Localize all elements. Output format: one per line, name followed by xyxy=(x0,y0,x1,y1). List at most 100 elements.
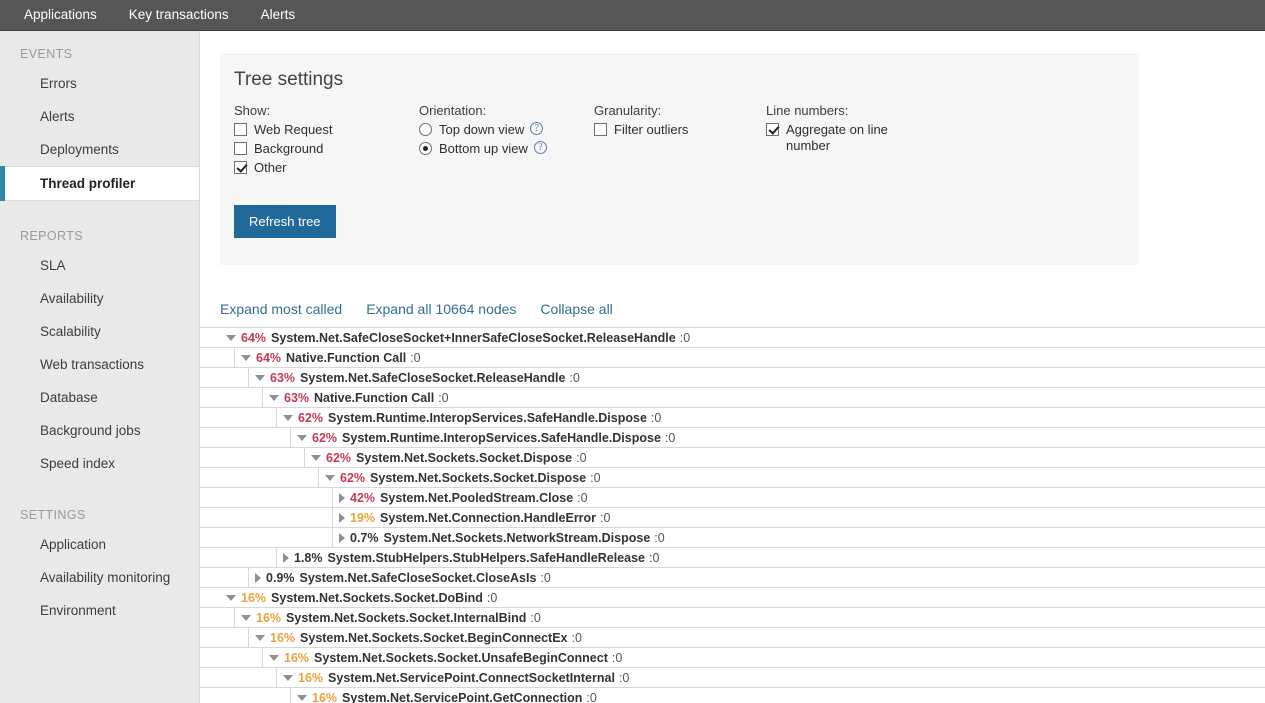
chevron-down-icon[interactable] xyxy=(325,474,335,481)
chevron-down-icon[interactable] xyxy=(297,694,307,701)
refresh-tree-button[interactable]: Refresh tree xyxy=(234,205,336,238)
radio-bottom-up-view[interactable]: Bottom up view? xyxy=(419,141,584,157)
sidebar-item-background-jobs[interactable]: Background jobs xyxy=(0,414,199,447)
tree-row-method-name: System.Net.Sockets.Socket.Dispose xyxy=(370,470,587,485)
nav-item-alerts[interactable]: Alerts xyxy=(245,0,312,30)
top-navigation-bar: Applications Key transactions Alerts xyxy=(0,0,1265,31)
sidebar-item-web-transactions[interactable]: Web transactions xyxy=(0,348,199,381)
tree-row-content: 16% System.Net.ServicePoint.ConnectSocket… xyxy=(276,667,1265,688)
chevron-down-icon[interactable] xyxy=(269,394,279,401)
option-label-filter-outliers: Filter outliers xyxy=(614,122,689,137)
tree-row[interactable]: 0.9% System.Net.SafeCloseSocket.CloseAsIs… xyxy=(200,567,1265,588)
chevron-right-icon[interactable] xyxy=(339,512,345,523)
tree-row[interactable]: 16% System.Net.ServicePoint.GetConnection… xyxy=(200,687,1265,703)
tree-row-method-name: System.Net.Sockets.Socket.BeginConnectEx xyxy=(300,630,568,645)
help-icon[interactable]: ? xyxy=(533,141,547,154)
sidebar-item-thread-profiler[interactable]: Thread profiler xyxy=(0,166,199,201)
checkbox-filter-outliers[interactable]: Filter outliers xyxy=(594,122,756,138)
checkbox-input-filter-outliers[interactable] xyxy=(594,123,607,136)
chevron-down-icon[interactable] xyxy=(269,654,279,661)
sidebar-item-environment[interactable]: Environment xyxy=(0,594,199,627)
tree-row[interactable]: 62% System.Runtime.InteropServices.SafeHa… xyxy=(200,427,1265,448)
chevron-down-icon[interactable] xyxy=(241,614,251,621)
chevron-right-icon[interactable] xyxy=(255,572,261,583)
checkbox-other[interactable]: Other xyxy=(234,160,409,176)
tree-row-content: 16% System.Net.Sockets.Socket.UnsafeBegin… xyxy=(262,647,1265,668)
tree-row[interactable]: 16% System.Net.Sockets.Socket.UnsafeBegin… xyxy=(200,647,1265,668)
help-icon[interactable]: ? xyxy=(530,122,544,135)
sidebar-item-speed-index[interactable]: Speed index xyxy=(0,447,199,480)
tree-row-content: 16% System.Net.Sockets.Socket.BeginConnec… xyxy=(248,627,1265,648)
sidebar-item-alerts[interactable]: Alerts xyxy=(0,100,199,133)
tree-row[interactable]: 64% System.Net.SafeCloseSocket+InnerSafeC… xyxy=(200,327,1265,347)
tree-row[interactable]: 0.7% System.Net.Sockets.NetworkStream.Dis… xyxy=(200,527,1265,548)
tree-row-percent: 42% xyxy=(350,490,376,505)
radio-top-down-view[interactable]: Top down view? xyxy=(419,122,584,138)
chevron-down-icon[interactable] xyxy=(297,434,307,441)
chevron-down-icon[interactable] xyxy=(311,454,321,461)
checkbox-input-aggregate-on-line-number[interactable] xyxy=(766,123,779,136)
sidebar-section-gap xyxy=(0,201,199,223)
settings-group-show: Show: Web Request Background Other xyxy=(234,103,419,179)
tree-row[interactable]: 16% System.Net.ServicePoint.ConnectSocket… xyxy=(200,667,1265,688)
checkbox-input-other[interactable] xyxy=(234,161,247,174)
tree-row-percent: 64% xyxy=(241,330,267,345)
link-collapse-all[interactable]: Collapse all xyxy=(540,301,612,317)
chevron-right-icon[interactable] xyxy=(283,552,289,563)
sidebar: EVENTS Errors Alerts Deployments Thread prof… xyxy=(0,31,200,703)
sidebar-item-database[interactable]: Database xyxy=(0,381,199,414)
tree-row[interactable]: 62% System.Runtime.InteropServices.SafeHa… xyxy=(200,407,1265,428)
chevron-down-icon[interactable] xyxy=(255,634,265,641)
checkbox-aggregate-on-line-number[interactable]: Aggregate on line number xyxy=(766,122,936,154)
sidebar-item-application[interactable]: Application xyxy=(0,528,199,561)
tree-row[interactable]: 63% System.Net.SafeCloseSocket.ReleaseHan… xyxy=(200,367,1265,388)
tree-row[interactable]: 62% System.Net.Sockets.Socket.Dispose:0 xyxy=(200,447,1265,468)
tree-row[interactable]: 16% System.Net.Sockets.Socket.DoBind:0 xyxy=(200,587,1265,607)
link-expand-all-10664-nodes[interactable]: Expand all 10664 nodes xyxy=(366,301,516,317)
radio-input-top-down-view[interactable] xyxy=(419,123,432,136)
link-expand-most-called[interactable]: Expand most called xyxy=(220,301,342,317)
tree-row[interactable]: 16% System.Net.Sockets.Socket.BeginConnec… xyxy=(200,627,1265,648)
option-label-bottom-up-view: Bottom up view xyxy=(439,141,528,156)
tree-indent-spacer xyxy=(200,368,248,388)
tree-indent-spacer xyxy=(200,548,276,568)
tree-row[interactable]: 63% Native.Function Call:0 xyxy=(200,387,1265,408)
tree-row[interactable]: 64% Native.Function Call:0 xyxy=(200,347,1265,368)
tree-row[interactable]: 42% System.Net.PooledStream.Close:0 xyxy=(200,487,1265,508)
nav-item-applications[interactable]: Applications xyxy=(8,0,113,30)
chevron-down-icon[interactable] xyxy=(283,414,293,421)
chevron-right-icon[interactable] xyxy=(339,532,345,543)
chevron-down-icon[interactable] xyxy=(226,594,236,601)
line-numbers-options-list: Aggregate on line number xyxy=(766,122,936,154)
orientation-options-list: Top down view? Bottom up view? xyxy=(419,122,584,157)
sidebar-item-scalability[interactable]: Scalability xyxy=(0,315,199,348)
sidebar-item-availability[interactable]: Availability xyxy=(0,282,199,315)
nav-item-key-transactions[interactable]: Key transactions xyxy=(113,0,245,30)
chevron-down-icon[interactable] xyxy=(255,374,265,381)
show-group-label: Show: xyxy=(234,103,271,118)
checkbox-input-web-request[interactable] xyxy=(234,123,247,136)
tree-row-percent: 63% xyxy=(284,390,310,405)
sidebar-item-availability-monitoring[interactable]: Availability monitoring xyxy=(0,561,199,594)
chevron-down-icon[interactable] xyxy=(283,674,293,681)
tree-row-method-name: System.Runtime.InteropServices.SafeHandl… xyxy=(342,430,661,445)
chevron-down-icon[interactable] xyxy=(241,354,251,361)
tree-row[interactable]: 19% System.Net.Connection.HandleError:0 xyxy=(200,507,1265,528)
option-label-web-request: Web Request xyxy=(254,122,333,137)
checkbox-background[interactable]: Background xyxy=(234,141,409,157)
tree-row-percent: 16% xyxy=(284,650,310,665)
sidebar-item-errors[interactable]: Errors xyxy=(0,67,199,100)
sidebar-item-sla[interactable]: SLA xyxy=(0,249,199,282)
tree-row-content: 0.7% System.Net.Sockets.NetworkStream.Dis… xyxy=(332,527,1265,548)
checkbox-input-background[interactable] xyxy=(234,142,247,155)
chevron-down-icon[interactable] xyxy=(226,334,236,341)
checkbox-web-request[interactable]: Web Request xyxy=(234,122,409,138)
tree-row[interactable]: 62% System.Net.Sockets.Socket.Dispose:0 xyxy=(200,467,1265,488)
tree-row[interactable]: 16% System.Net.Sockets.Socket.InternalBin… xyxy=(200,607,1265,628)
tree-row-line-number: :0 xyxy=(611,650,623,665)
tree-row-content: 42% System.Net.PooledStream.Close:0 xyxy=(332,487,1265,508)
sidebar-item-deployments[interactable]: Deployments xyxy=(0,133,199,166)
chevron-right-icon[interactable] xyxy=(339,492,345,503)
radio-input-bottom-up-view[interactable] xyxy=(419,142,432,155)
tree-row[interactable]: 1.8% System.StubHelpers.StubHelpers.SafeH… xyxy=(200,547,1265,568)
